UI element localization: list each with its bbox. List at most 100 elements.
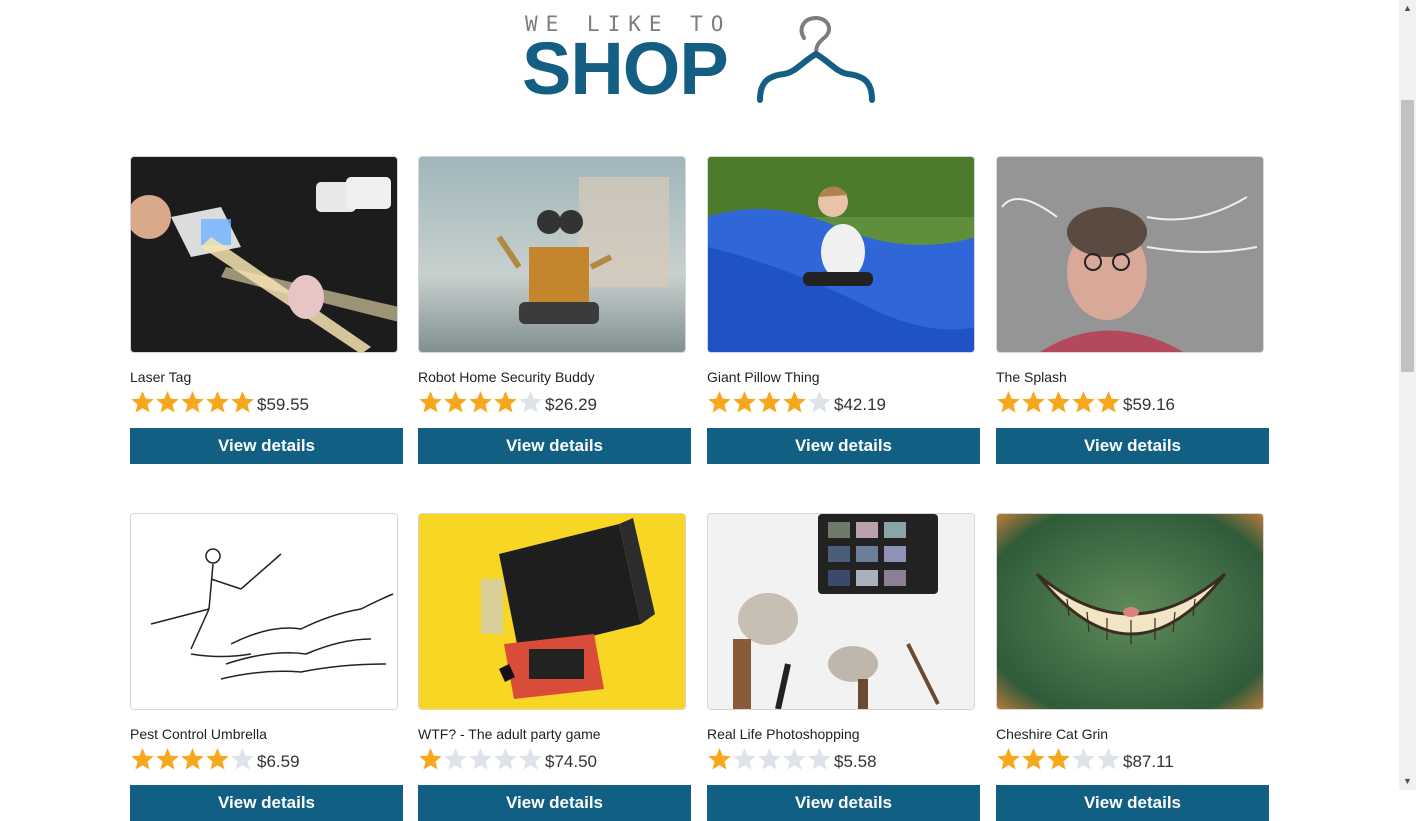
product-price: $6.59 xyxy=(257,752,300,771)
product-card: WTF? - The adult party game $74.50 View … xyxy=(418,513,691,821)
view-details-button[interactable]: View details xyxy=(418,428,691,464)
vertical-scrollbar[interactable]: ▲ ▼ xyxy=(1399,0,1416,790)
view-details-button[interactable]: View details xyxy=(418,785,691,821)
star-rating xyxy=(707,390,832,414)
product-image-laser-tag[interactable] xyxy=(130,156,398,353)
star-filled-icon xyxy=(1022,748,1045,770)
product-card: Pest Control Umbrella $6.59 View details xyxy=(130,513,403,821)
star-empty-icon xyxy=(1097,748,1120,770)
product-image-robot-home-security-buddy[interactable] xyxy=(418,156,686,353)
star-filled-icon xyxy=(419,391,442,413)
product-name[interactable]: Laser Tag xyxy=(130,369,191,385)
product-rating: $5.58 xyxy=(707,746,877,772)
product-name[interactable]: Real Life Photoshopping xyxy=(707,726,860,742)
star-filled-icon xyxy=(708,391,731,413)
star-filled-icon xyxy=(181,748,204,770)
star-rating xyxy=(130,390,255,414)
product-rating: $42.19 xyxy=(707,389,886,415)
view-details-button[interactable]: View details xyxy=(996,428,1269,464)
product-rating: $59.55 xyxy=(130,389,309,415)
site-logo[interactable]: WE LIKE TO SHOP xyxy=(522,8,882,108)
logo-word: SHOP xyxy=(522,27,729,110)
star-rating xyxy=(130,747,255,771)
star-filled-icon xyxy=(1047,748,1070,770)
product-image-the-splash[interactable] xyxy=(996,156,1264,353)
star-empty-icon xyxy=(519,391,542,413)
star-filled-icon xyxy=(131,748,154,770)
product-name[interactable]: Giant Pillow Thing xyxy=(707,369,820,385)
hanger-icon xyxy=(757,15,875,103)
star-filled-icon xyxy=(444,391,467,413)
star-empty-icon xyxy=(808,748,831,770)
star-filled-icon xyxy=(758,391,781,413)
product-name[interactable]: Cheshire Cat Grin xyxy=(996,726,1108,742)
view-details-button[interactable]: View details xyxy=(130,785,403,821)
product-image-pest-control-umbrella[interactable] xyxy=(130,513,398,710)
product-card: Giant Pillow Thing $42.19 View details xyxy=(707,156,980,464)
product-rating: $26.29 xyxy=(418,389,597,415)
product-price: $5.58 xyxy=(834,752,877,771)
star-rating xyxy=(996,747,1121,771)
scroll-up-arrow-icon[interactable]: ▲ xyxy=(1399,0,1416,17)
star-filled-icon xyxy=(1072,391,1095,413)
star-empty-icon xyxy=(1072,748,1095,770)
product-price: $59.55 xyxy=(257,395,309,414)
product-name[interactable]: The Splash xyxy=(996,369,1067,385)
product-name[interactable]: WTF? - The adult party game xyxy=(418,726,601,742)
star-filled-icon xyxy=(1047,391,1070,413)
star-filled-icon xyxy=(997,391,1020,413)
star-filled-icon xyxy=(206,748,229,770)
star-filled-icon xyxy=(708,748,731,770)
product-name[interactable]: Pest Control Umbrella xyxy=(130,726,267,742)
star-filled-icon xyxy=(419,748,442,770)
scrollbar-thumb[interactable] xyxy=(1401,100,1414,372)
star-filled-icon xyxy=(469,391,492,413)
product-price: $42.19 xyxy=(834,395,886,414)
star-filled-icon xyxy=(156,748,179,770)
product-rating: $6.59 xyxy=(130,746,300,772)
product-price: $59.16 xyxy=(1123,395,1175,414)
view-details-button[interactable]: View details xyxy=(707,785,980,821)
scroll-down-arrow-icon[interactable]: ▼ xyxy=(1399,773,1416,790)
product-rating: $74.50 xyxy=(418,746,597,772)
product-card: Robot Home Security Buddy $26.29 View de… xyxy=(418,156,691,464)
product-card: Cheshire Cat Grin $87.11 View details xyxy=(996,513,1269,821)
star-filled-icon xyxy=(494,391,517,413)
star-empty-icon xyxy=(494,748,517,770)
star-rating xyxy=(418,747,543,771)
view-details-button[interactable]: View details xyxy=(707,428,980,464)
star-filled-icon xyxy=(1097,391,1120,413)
product-card: Laser Tag $59.55 View details xyxy=(130,156,403,464)
product-card: The Splash $59.16 View details xyxy=(996,156,1269,464)
star-empty-icon xyxy=(783,748,806,770)
star-empty-icon xyxy=(519,748,542,770)
product-name[interactable]: Robot Home Security Buddy xyxy=(418,369,595,385)
star-rating xyxy=(418,390,543,414)
star-empty-icon xyxy=(444,748,467,770)
product-card: Real Life Photoshopping $5.58 View detai… xyxy=(707,513,980,821)
star-filled-icon xyxy=(181,391,204,413)
star-empty-icon xyxy=(758,748,781,770)
star-empty-icon xyxy=(808,391,831,413)
product-image-real-life-photoshopping[interactable] xyxy=(707,513,975,710)
product-image-cheshire-cat-grin[interactable] xyxy=(996,513,1264,710)
star-filled-icon xyxy=(997,748,1020,770)
product-price: $74.50 xyxy=(545,752,597,771)
view-details-button[interactable]: View details xyxy=(130,428,403,464)
star-filled-icon xyxy=(783,391,806,413)
star-empty-icon xyxy=(469,748,492,770)
view-details-button[interactable]: View details xyxy=(996,785,1269,821)
product-rating: $59.16 xyxy=(996,389,1175,415)
star-filled-icon xyxy=(1022,391,1045,413)
star-empty-icon xyxy=(231,748,254,770)
product-image-wtf-party-game[interactable] xyxy=(418,513,686,710)
product-price: $87.11 xyxy=(1123,752,1174,771)
star-rating xyxy=(707,747,832,771)
star-filled-icon xyxy=(131,391,154,413)
star-filled-icon xyxy=(156,391,179,413)
star-empty-icon xyxy=(733,748,756,770)
product-rating: $87.11 xyxy=(996,746,1174,772)
star-filled-icon xyxy=(206,391,229,413)
star-rating xyxy=(996,390,1121,414)
product-image-giant-pillow-thing[interactable] xyxy=(707,156,975,353)
